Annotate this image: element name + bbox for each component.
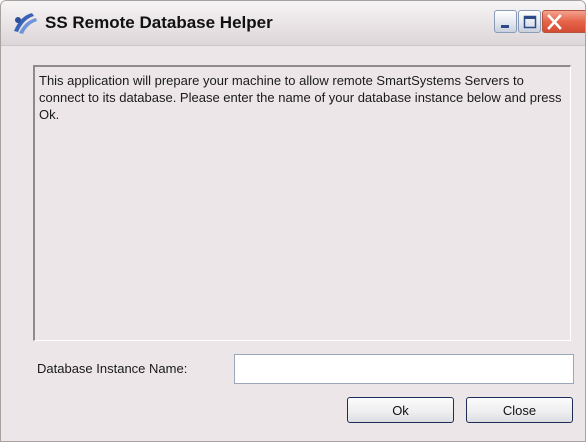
close-icon (547, 14, 562, 30)
close-button[interactable]: Close (466, 397, 573, 423)
instance-name-input[interactable] (234, 354, 574, 384)
close-window-button[interactable] (542, 10, 585, 33)
message-panel: This application will prepare your machi… (33, 65, 571, 341)
maximize-button[interactable] (518, 10, 541, 33)
instance-name-label: Database Instance Name: (37, 361, 188, 376)
app-logo-icon (12, 11, 38, 35)
minimize-button[interactable] (494, 10, 517, 33)
window-title: SS Remote Database Helper (45, 13, 273, 32)
maximize-icon (523, 15, 537, 29)
title-bar[interactable]: SS Remote Database Helper (1, 1, 585, 46)
dialog-window: SS Remote Database Helper This applicati… (0, 0, 586, 442)
ok-button[interactable]: Ok (347, 397, 454, 423)
minimize-icon (501, 25, 509, 28)
instructions-text: This application will prepare your machi… (39, 73, 562, 122)
